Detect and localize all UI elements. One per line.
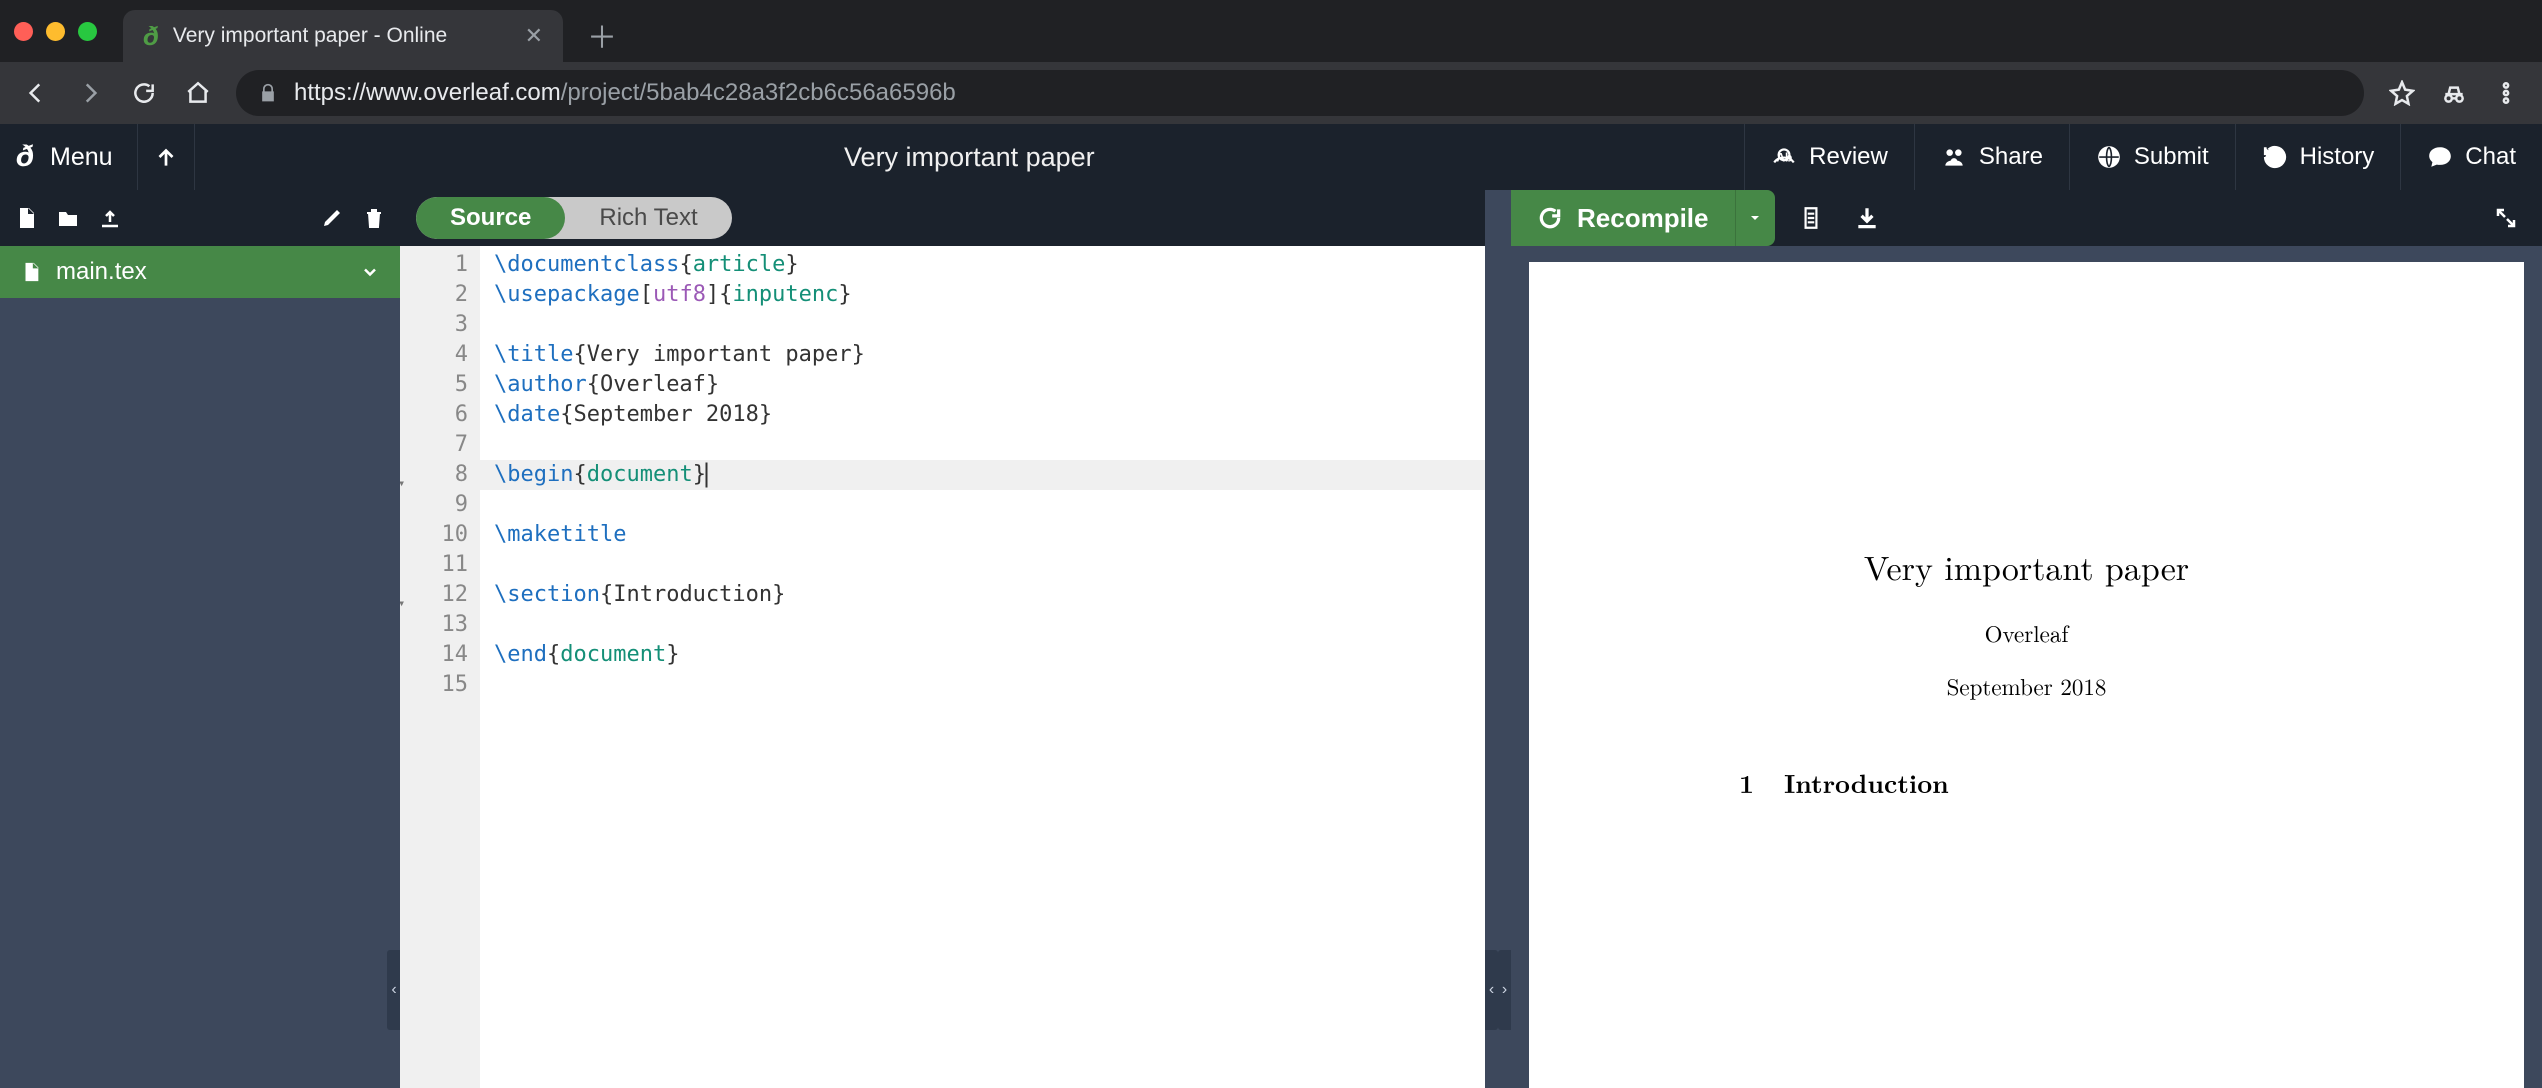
caret-down-icon — [1747, 210, 1763, 226]
review-label: Review — [1809, 143, 1888, 171]
editor-toolbar: Source Rich Text — [400, 190, 1485, 246]
file-name: main.tex — [56, 258, 147, 286]
download-icon — [1854, 205, 1880, 231]
logs-icon — [1798, 205, 1824, 231]
overleaf-topbar: ð Menu Very important paper Ab Review Sh… — [0, 124, 2542, 190]
recompile-icon — [1537, 205, 1563, 231]
file-tree-panel: main.tex ‹ — [0, 190, 400, 1088]
new-folder-icon[interactable] — [56, 206, 80, 230]
browser-tabstrip: ð Very important paper - Online ✕ ＋ — [0, 0, 2542, 62]
submit-button[interactable]: Submit — [2069, 124, 2235, 190]
mode-richtext-button[interactable]: Rich Text — [565, 197, 731, 239]
pdf-viewer[interactable]: Very important paper Overleaf September … — [1511, 246, 2542, 1088]
pdf-section-number: 1 — [1739, 764, 1754, 801]
tab-close-icon[interactable]: ✕ — [525, 23, 543, 49]
tab-title: Very important paper - Online — [173, 24, 511, 48]
address-bar[interactable]: https://www.overleaf.com/project/5bab4c2… — [236, 70, 2364, 116]
pdf-section-heading: 1 Introduction — [1739, 764, 2524, 801]
nav-reload-button[interactable] — [120, 69, 168, 117]
fullscreen-button[interactable] — [2486, 198, 2526, 238]
editor-panel: Source Rich Text 12345678▾9101112▾131415… — [400, 190, 1485, 1088]
pdf-toolbar: Recompile — [1511, 190, 2542, 246]
project-title[interactable]: Very important paper — [195, 142, 1745, 173]
lock-icon — [258, 83, 278, 103]
recompile-dropdown-button[interactable] — [1735, 190, 1775, 246]
code-editor[interactable]: 12345678▾9101112▾131415 \documentclass{a… — [400, 246, 1485, 1088]
file-tree: main.tex — [0, 246, 400, 298]
recompile-button-group: Recompile — [1511, 190, 1775, 246]
download-pdf-button[interactable] — [1847, 198, 1887, 238]
browser-menu-icon[interactable] — [2482, 69, 2530, 117]
share-button[interactable]: Share — [1914, 124, 2069, 190]
main-area: main.tex ‹ Source Rich Text 12345678▾910… — [0, 190, 2542, 1088]
overleaf-logo-icon[interactable]: ð — [0, 140, 40, 174]
browser-toolbar: https://www.overleaf.com/project/5bab4c2… — [0, 62, 2542, 124]
browser-tab-active[interactable]: ð Very important paper - Online ✕ — [123, 10, 563, 62]
file-item-main-tex[interactable]: main.tex — [0, 246, 400, 298]
svg-text:Ab: Ab — [1777, 150, 1793, 164]
recompile-label: Recompile — [1577, 203, 1709, 234]
mode-source-button[interactable]: Source — [416, 197, 565, 239]
overleaf-favicon-icon: ð — [143, 21, 159, 52]
collapse-file-tree-handle[interactable]: ‹ — [387, 950, 401, 1030]
editor-mode-toggle: Source Rich Text — [416, 197, 732, 239]
review-button[interactable]: Ab Review — [1744, 124, 1914, 190]
pdf-section-title: Introduction — [1784, 764, 1949, 801]
editor-pdf-splitter[interactable]: ‹ › — [1485, 190, 1511, 1088]
nav-back-button[interactable] — [12, 69, 60, 117]
menu-button[interactable]: Menu — [40, 124, 137, 190]
pdf-panel: Recompile Very important paper Overleaf — [1511, 190, 2542, 1088]
submit-label: Submit — [2134, 143, 2209, 171]
share-label: Share — [1979, 143, 2043, 171]
rename-icon[interactable] — [320, 206, 344, 230]
history-label: History — [2300, 143, 2375, 171]
window-fullscreen-button[interactable] — [78, 22, 97, 41]
chat-button[interactable]: Chat — [2400, 124, 2542, 190]
delete-icon[interactable] — [362, 206, 386, 230]
chevron-down-icon[interactable] — [360, 262, 380, 282]
url-text: https://www.overleaf.com/project/5bab4c2… — [294, 79, 956, 107]
window-minimize-button[interactable] — [46, 22, 65, 41]
pdf-title: Very important paper — [1529, 542, 2524, 590]
upload-file-icon[interactable] — [98, 206, 122, 230]
incognito-icon[interactable] — [2430, 69, 2478, 117]
view-logs-button[interactable] — [1791, 198, 1831, 238]
collapse-pdf-handle[interactable]: › — [1498, 950, 1511, 1030]
line-number-gutter: 12345678▾9101112▾131415 — [400, 246, 480, 1088]
nav-home-button[interactable] — [174, 69, 222, 117]
expand-icon — [2494, 206, 2518, 230]
new-file-icon[interactable] — [14, 206, 38, 230]
file-icon — [20, 261, 42, 283]
recompile-button[interactable]: Recompile — [1511, 190, 1735, 246]
pdf-author: Overleaf — [1529, 616, 2524, 649]
window-close-button[interactable] — [14, 22, 33, 41]
nav-forward-button[interactable] — [66, 69, 114, 117]
pdf-page: Very important paper Overleaf September … — [1529, 262, 2524, 1088]
file-tree-toolbar — [0, 190, 400, 246]
menu-label: Menu — [50, 143, 113, 172]
collapse-editor-handle[interactable]: ‹ — [1485, 950, 1498, 1030]
topbar-actions: Ab Review Share Submit History Chat — [1744, 124, 2542, 190]
code-content[interactable]: \documentclass{article}\usepackage[utf8]… — [480, 246, 1485, 1088]
chat-label: Chat — [2465, 143, 2516, 171]
back-to-projects-button[interactable] — [137, 124, 195, 190]
new-tab-button[interactable]: ＋ — [581, 14, 623, 56]
bookmark-star-icon[interactable] — [2378, 69, 2426, 117]
pdf-date: September 2018 — [1529, 669, 2524, 702]
history-button[interactable]: History — [2235, 124, 2401, 190]
window-controls — [14, 0, 123, 62]
